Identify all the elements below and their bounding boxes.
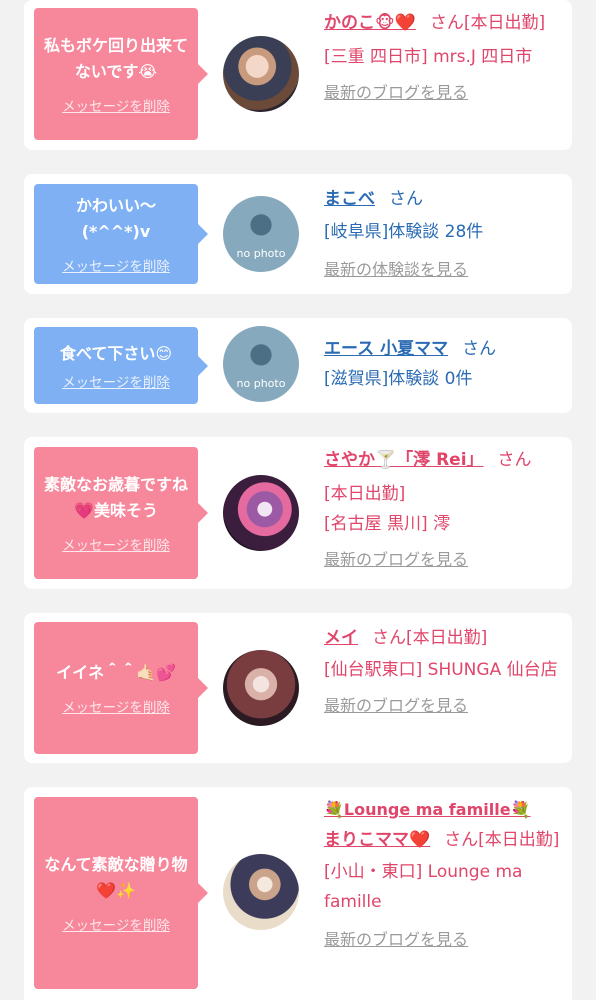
message-card: イイネ＾＾🤙🏻💕 メッセージを削除 メイ さん[本日出勤] [仙台駅東口] SHU… bbox=[24, 613, 572, 763]
honorific: さん bbox=[372, 628, 406, 648]
latest-blog-link[interactable]: 最新のブログを見る bbox=[324, 550, 468, 569]
latest-blog-link[interactable]: 最新のブログを見る bbox=[324, 930, 468, 949]
message-text: なんて素敵な贈り物❤️✨ bbox=[44, 855, 188, 900]
avatar[interactable]: no photo bbox=[223, 196, 299, 272]
message-bubble: 食べて下さい😊 メッセージを削除 bbox=[34, 327, 208, 404]
no-photo-label: no photo bbox=[236, 247, 286, 260]
message-card: 私もボケ回り出来てないです😭 メッセージを削除 かのこ🐵❤️ さん[本日出勤] [… bbox=[24, 0, 572, 150]
message-card: なんて素敵な贈り物❤️✨ メッセージを削除 💐Lounge ma famille… bbox=[24, 787, 572, 1000]
experience-count: [滋賀県]体験談 0件 bbox=[324, 369, 473, 389]
message-text: 素敵なお歳暮ですね💗美味そう bbox=[43, 475, 188, 520]
avatar[interactable] bbox=[223, 36, 299, 112]
delete-message-link[interactable]: メッセージを削除 bbox=[62, 95, 170, 115]
message-card: 食べて下さい😊 メッセージを削除 no photo エース 小夏ママ さん [滋賀… bbox=[24, 318, 572, 413]
latest-blog-link[interactable]: 最新のブログを見る bbox=[324, 696, 468, 715]
sender-line: さやか🍸「澪 Rei」 さん bbox=[324, 445, 564, 475]
delete-message-link[interactable]: メッセージを削除 bbox=[62, 914, 170, 934]
honorific: さん bbox=[389, 189, 423, 209]
avatar[interactable] bbox=[223, 475, 299, 551]
sender-name[interactable]: かのこ🐵❤️ bbox=[324, 13, 416, 33]
avatar[interactable] bbox=[223, 854, 299, 930]
sender-name[interactable]: まこべ bbox=[324, 189, 375, 209]
message-bubble: かわいい〜(*^^*)v メッセージを削除 bbox=[34, 184, 208, 284]
message-text: イイネ＾＾🤙🏻💕 bbox=[56, 663, 176, 682]
latest-review-link[interactable]: 最新の体験談を見る bbox=[324, 260, 468, 279]
shop-detail: [仙台駅東口] SHUNGA 仙台店 bbox=[324, 660, 558, 680]
status-detail: [本日出勤] bbox=[406, 628, 488, 648]
shop-detail: [名古屋 黒川] 澪 bbox=[324, 514, 451, 534]
sender-line: まりこママ❤️ さん[本日出勤] bbox=[324, 825, 564, 855]
no-photo-label: no photo bbox=[236, 377, 286, 390]
avatar[interactable]: no photo bbox=[223, 326, 299, 402]
status-detail: [本日出勤] bbox=[478, 830, 560, 850]
delete-message-link[interactable]: メッセージを削除 bbox=[62, 255, 170, 275]
sender-name[interactable]: まりこママ❤️ bbox=[324, 830, 430, 850]
message-text: 食べて下さい😊 bbox=[59, 343, 173, 363]
experience-count: [岐阜県]体験談 28件 bbox=[324, 222, 484, 242]
honorific: さん bbox=[444, 830, 479, 850]
sender-line: メイ さん[本日出勤] bbox=[324, 623, 564, 653]
message-bubble: なんて素敵な贈り物❤️✨ メッセージを削除 bbox=[34, 797, 208, 989]
honorific: さん bbox=[462, 339, 497, 359]
delete-message-link[interactable]: メッセージを削除 bbox=[62, 696, 170, 716]
sender-name[interactable]: エース 小夏ママ bbox=[324, 339, 448, 359]
sender-name[interactable]: さやか🍸「澪 Rei」 bbox=[324, 450, 484, 470]
status-detail: [本日出勤] bbox=[324, 484, 406, 504]
message-bubble: 素敵なお歳暮ですね💗美味そう メッセージを削除 bbox=[34, 447, 208, 579]
message-text: 私もボケ回り出来てないです😭 bbox=[43, 36, 188, 81]
delete-message-link[interactable]: メッセージを削除 bbox=[62, 534, 170, 554]
shop-name[interactable]: 💐Lounge ma famille💐 bbox=[324, 795, 564, 825]
message-card: かわいい〜(*^^*)v メッセージを削除 no photo まこべ さん [岐阜… bbox=[24, 174, 572, 294]
shop-detail: [小山・東口] Lounge ma famille bbox=[324, 862, 523, 912]
honorific: さん bbox=[497, 450, 532, 470]
message-card: 素敵なお歳暮ですね💗美味そう メッセージを削除 さやか🍸「澪 Rei」 さん [本… bbox=[24, 437, 572, 589]
sender-line: かのこ🐵❤️ さん[本日出勤] bbox=[324, 8, 564, 38]
avatar[interactable] bbox=[223, 650, 299, 726]
sender-name[interactable]: メイ bbox=[324, 628, 358, 648]
honorific: さん bbox=[429, 13, 464, 33]
sender-line: まこべ さん bbox=[324, 184, 564, 214]
delete-message-link[interactable]: メッセージを削除 bbox=[62, 371, 170, 391]
status-detail: [本日出勤] bbox=[463, 13, 546, 33]
latest-blog-link[interactable]: 最新のブログを見る bbox=[324, 83, 468, 102]
message-text: かわいい〜(*^^*)v bbox=[75, 196, 156, 241]
shop-detail: [三重 四日市] mrs.J 四日市 bbox=[324, 47, 533, 67]
sender-line: エース 小夏ママ さん bbox=[324, 334, 564, 364]
message-bubble: 私もボケ回り出来てないです😭 メッセージを削除 bbox=[34, 8, 208, 140]
message-bubble: イイネ＾＾🤙🏻💕 メッセージを削除 bbox=[34, 622, 208, 754]
